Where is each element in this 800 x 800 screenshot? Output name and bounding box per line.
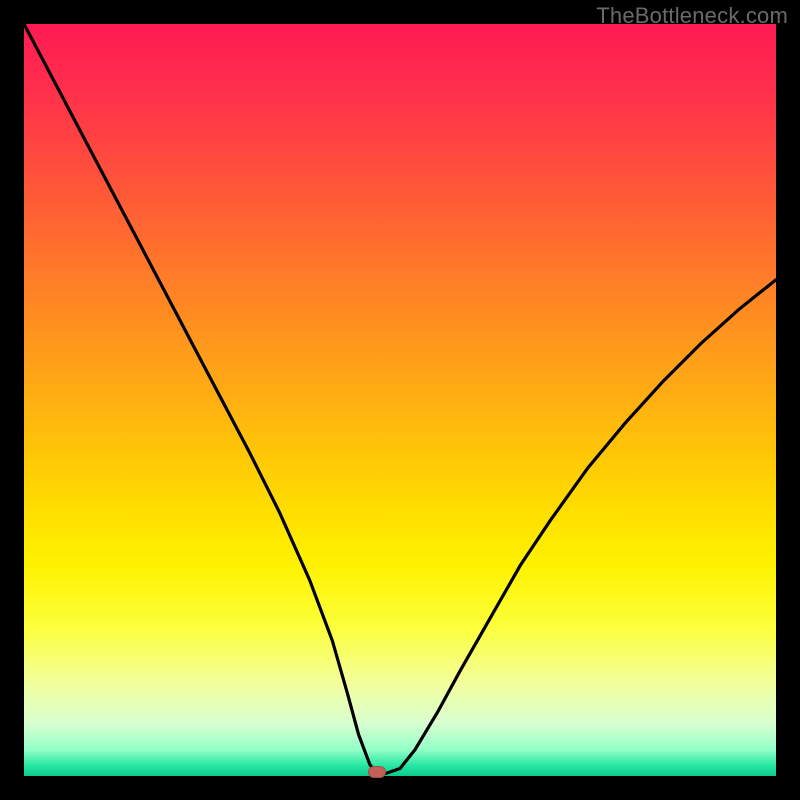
bottleneck-curve-line [24,24,776,774]
chart-frame: TheBottleneck.com [0,0,800,800]
curve-svg [24,24,776,776]
plot-area [24,24,776,776]
optimum-marker [368,766,386,778]
